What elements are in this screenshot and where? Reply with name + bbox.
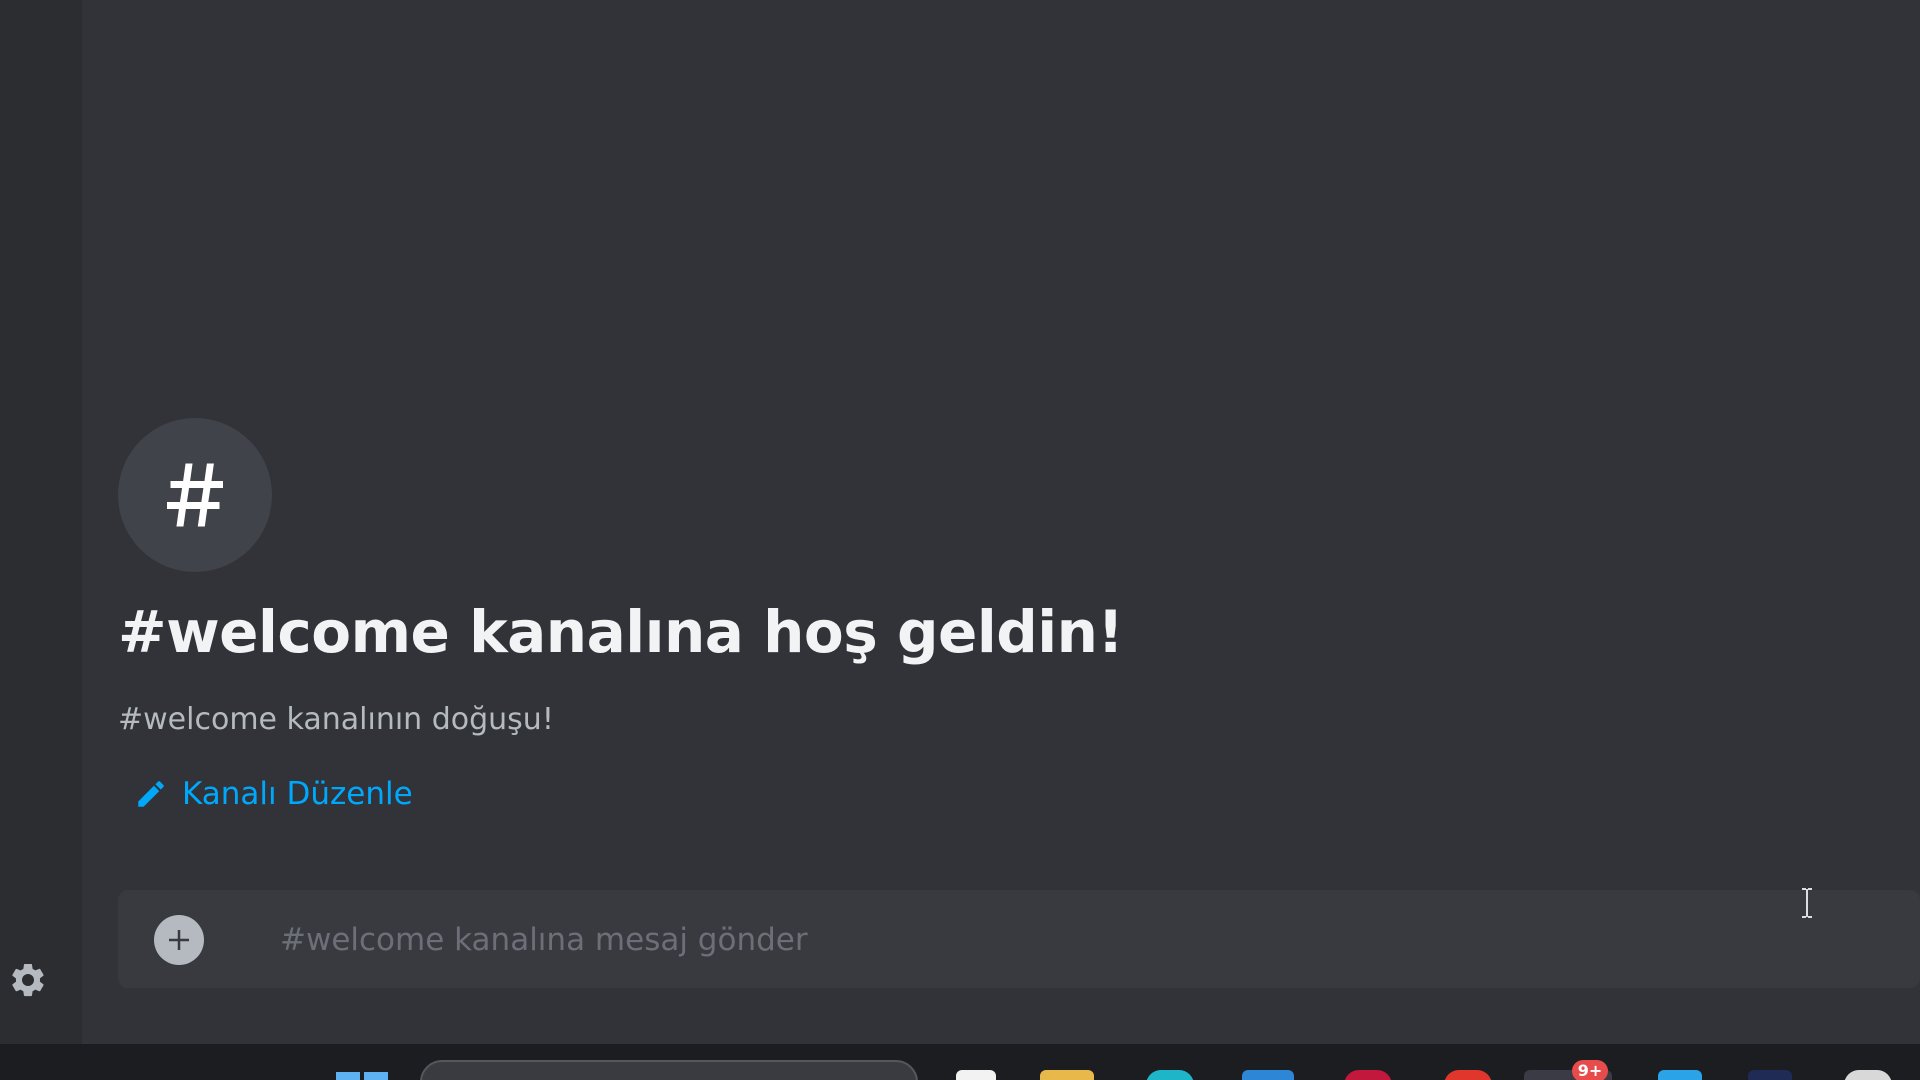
discord-window: #welcome kanalına hoş geldin! #welcome k… bbox=[0, 0, 1920, 1080]
plus-icon bbox=[169, 930, 189, 950]
taskbar-app-edge-icon[interactable] bbox=[1146, 1070, 1194, 1080]
taskbar-app-red-icon[interactable] bbox=[1444, 1070, 1492, 1080]
taskbar-app-chrome-icon[interactable] bbox=[1844, 1070, 1892, 1080]
taskbar-app-dark-icon[interactable] bbox=[1748, 1070, 1792, 1080]
channel-hash-badge bbox=[118, 418, 272, 572]
message-input[interactable] bbox=[278, 908, 1782, 972]
gear-icon bbox=[12, 963, 44, 997]
notification-badge: 9+ bbox=[1572, 1060, 1608, 1080]
message-composer bbox=[118, 890, 1920, 988]
taskbar-app-folder-icon[interactable] bbox=[1040, 1070, 1094, 1080]
hash-icon bbox=[167, 463, 223, 527]
edit-channel-label: Kanalı Düzenle bbox=[182, 776, 413, 812]
user-settings-button[interactable] bbox=[6, 958, 50, 1002]
chat-area: #welcome kanalına hoş geldin! #welcome k… bbox=[82, 0, 1920, 1044]
taskbar-app-store-icon[interactable] bbox=[1242, 1070, 1294, 1080]
os-taskbar: 9+ bbox=[0, 1044, 1920, 1080]
text-cursor-icon bbox=[1802, 888, 1812, 918]
taskbar-app-vscode-icon[interactable] bbox=[1658, 1070, 1702, 1080]
start-button-windows-icon[interactable] bbox=[336, 1072, 388, 1080]
attach-button[interactable] bbox=[154, 915, 204, 965]
user-panel-strip bbox=[0, 0, 82, 1044]
taskbar-search-box[interactable] bbox=[420, 1060, 918, 1080]
pencil-icon bbox=[138, 781, 164, 807]
taskbar-app-notepad-icon[interactable] bbox=[956, 1070, 996, 1080]
welcome-subtitle: #welcome kanalının doğuşu! bbox=[118, 702, 554, 737]
edit-channel-link[interactable]: Kanalı Düzenle bbox=[134, 776, 413, 812]
taskbar-app-opera-icon[interactable] bbox=[1344, 1070, 1392, 1080]
welcome-title: #welcome kanalına hoş geldin! bbox=[118, 598, 1124, 666]
